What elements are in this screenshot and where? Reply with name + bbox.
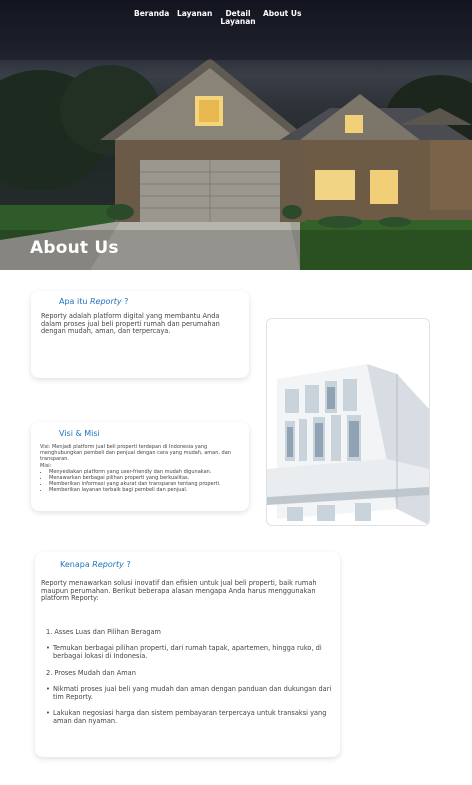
- list-item: Memberikan layanan terbaik bagi pembeli …: [49, 487, 244, 493]
- bullet-icon: •: [46, 709, 50, 717]
- vision-mission-title: Visi & Misi: [59, 429, 100, 438]
- visi-text: Visi: Menjadi platform jual beli propert…: [40, 444, 231, 463]
- why-card: Kenapa Reporty ? Reporty menawarkan solu…: [35, 552, 340, 757]
- why-point-2-bullet-2-text: Lakukan negosiasi harga dan sistem pemba…: [53, 709, 327, 725]
- about-title-brand: Reporty: [89, 297, 122, 306]
- bullet-icon: •: [46, 685, 50, 693]
- bullet-icon: •: [46, 644, 50, 652]
- why-intro: Reporty menawarkan solusi inovatif dan e…: [41, 579, 317, 603]
- about-card-body: Reporty adalah platform digital yang mem…: [41, 312, 220, 336]
- why-point-1-bullet-text: Temukan berbagai pilihan properti, dari …: [53, 644, 322, 660]
- about-title-prefix: Apa itu: [59, 297, 88, 306]
- why-title-suffix: ?: [126, 560, 131, 569]
- building-image: [266, 318, 430, 526]
- nav-layanan[interactable]: Layanan: [177, 10, 212, 18]
- why-point-2-bullet-2: • Lakukan negosiasi harga dan sistem pem…: [46, 709, 334, 725]
- nav-about-us[interactable]: About Us: [263, 10, 301, 18]
- nav-beranda[interactable]: Beranda: [134, 10, 169, 18]
- why-title-prefix: Kenapa: [60, 560, 90, 569]
- page-title: About Us: [30, 238, 119, 258]
- top-navigation: Beranda Layanan Detail Layanan About Us: [0, 10, 472, 30]
- vision-mission-card: Visi & Misi Visi: Menjadi platform jual …: [31, 422, 249, 511]
- why-point-2-bullet-1: • Nikmati proses jual beli yang mudah da…: [46, 685, 334, 701]
- why-point-1-bullet: • Temukan berbagai pilihan properti, dar…: [46, 644, 334, 660]
- about-card: Apa itu Reporty ? Reporty adalah platfor…: [31, 291, 249, 378]
- hero-house-image: [0, 0, 472, 270]
- vision-mission-body: Visi: Menjadi platform jual beli propert…: [40, 444, 244, 494]
- hero-banner: Beranda Layanan Detail Layanan About Us …: [0, 0, 472, 270]
- building-illustration: [267, 319, 429, 525]
- why-point-2: 2. Proses Mudah dan Aman: [46, 669, 136, 677]
- why-point-2-bullet-1-text: Nikmati proses jual beli yang mudah dan …: [53, 685, 332, 701]
- nav-detail-layanan[interactable]: Detail Layanan: [218, 10, 258, 26]
- why-point-1: 1. Asses Luas dan Pilihan Beragam: [46, 628, 161, 636]
- why-card-title: Kenapa Reporty ?: [60, 560, 131, 569]
- why-title-brand: Reporty: [92, 560, 124, 569]
- about-card-title: Apa itu Reporty ?: [59, 297, 128, 306]
- about-title-suffix: ?: [124, 297, 129, 306]
- misi-list: Menyediakan platform yang user-friendly …: [40, 469, 244, 494]
